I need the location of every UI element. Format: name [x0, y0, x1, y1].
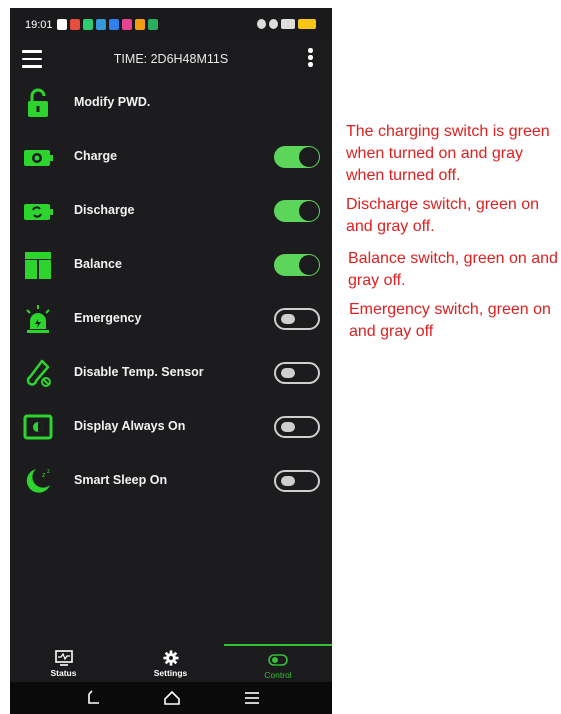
- control-item-balance: Balance: [10, 238, 332, 292]
- status-bar: 19:01: [10, 8, 332, 42]
- tab-label: Control: [264, 670, 292, 680]
- control-item-label: Emergency: [74, 311, 142, 325]
- notification-icon: [70, 19, 80, 30]
- control-item-label: Modify PWD.: [74, 95, 151, 109]
- moon-sleep-icon: z z: [26, 469, 50, 493]
- display-brightness-icon: [23, 414, 53, 440]
- note-balance: Balance switch, green on and gray off.: [348, 250, 558, 289]
- notification-icon: [122, 19, 132, 30]
- alarm-icon: [257, 19, 266, 29]
- phone-screen: 19:01 TIME: 2D6H48M11S Modify PWD. Charg…: [10, 8, 332, 714]
- control-item-label: Display Always On: [74, 419, 186, 433]
- bottom-tab-bar: Status Settings Control: [10, 644, 332, 682]
- battery-icon: [298, 19, 316, 29]
- lock-icon: [28, 88, 48, 117]
- svg-text:z: z: [47, 469, 50, 475]
- note-discharge: Discharge switch, green on and gray off.: [346, 196, 539, 235]
- thermometer-off-icon: [26, 359, 51, 387]
- balance-battery-icon: [25, 252, 51, 279]
- discharge-battery-icon: [24, 204, 53, 220]
- control-item-emergency: Emergency: [10, 292, 332, 346]
- tab-label: Status: [50, 668, 77, 678]
- nfc-icon: [269, 19, 278, 29]
- notification-icon: [83, 19, 93, 30]
- app-bar: TIME: 2D6H48M11S: [10, 42, 332, 76]
- display-always-on-toggle[interactable]: [274, 416, 320, 438]
- discharge-toggle[interactable]: [274, 200, 320, 222]
- tab-control[interactable]: Control: [224, 644, 332, 682]
- notification-icon: [109, 19, 119, 30]
- emergency-toggle[interactable]: [274, 308, 320, 330]
- more-vertical-icon[interactable]: [308, 48, 314, 70]
- control-item-label: Disable Temp. Sensor: [74, 365, 204, 379]
- system-nav-bar: [10, 682, 332, 714]
- notification-icon: [96, 19, 106, 30]
- control-item-display-always-on: Display Always On: [10, 400, 332, 454]
- balance-toggle[interactable]: [274, 254, 320, 276]
- control-item-label: Charge: [74, 149, 118, 163]
- monitor-icon: [54, 650, 73, 666]
- control-item-label: Smart Sleep On: [74, 473, 168, 487]
- note-emergency: Emergency switch, green on and gray off: [349, 301, 551, 340]
- control-item-label: Balance: [74, 257, 122, 271]
- tab-settings[interactable]: Settings: [117, 644, 224, 682]
- signal-icon: [281, 19, 295, 29]
- disable-temp-sensor-toggle[interactable]: [274, 362, 320, 384]
- notification-icon: [148, 19, 158, 30]
- home-icon[interactable]: [162, 688, 182, 708]
- notification-icon: [57, 19, 67, 30]
- control-item-smart-sleep-on: z z Smart Sleep On: [10, 454, 332, 508]
- charge-toggle[interactable]: [274, 146, 320, 168]
- note-charge: The charging switch is green when turned…: [346, 123, 550, 184]
- control-item-disable-temp-sensor: Disable Temp. Sensor: [10, 346, 332, 400]
- tab-status[interactable]: Status: [10, 644, 117, 682]
- svg-text:z: z: [42, 472, 46, 479]
- back-icon[interactable]: [84, 688, 104, 708]
- gear-icon: [162, 650, 179, 666]
- emergency-siren-icon: [26, 305, 50, 333]
- notification-icon: [135, 19, 145, 30]
- control-item-discharge: Discharge: [10, 184, 332, 238]
- toggle-icon: [268, 654, 288, 666]
- system-status-icons: [257, 19, 316, 29]
- charge-battery-icon: [24, 150, 53, 166]
- recent-apps-icon[interactable]: [242, 688, 262, 708]
- page-title: TIME: 2D6H48M11S: [113, 52, 229, 66]
- control-item-modify-pwd[interactable]: Modify PWD.: [10, 76, 332, 130]
- smart-sleep-toggle[interactable]: [274, 470, 320, 492]
- tab-label: Settings: [153, 668, 188, 678]
- status-time: 19:01: [25, 19, 53, 31]
- control-item-charge: Charge: [10, 130, 332, 184]
- control-item-label: Discharge: [74, 203, 135, 217]
